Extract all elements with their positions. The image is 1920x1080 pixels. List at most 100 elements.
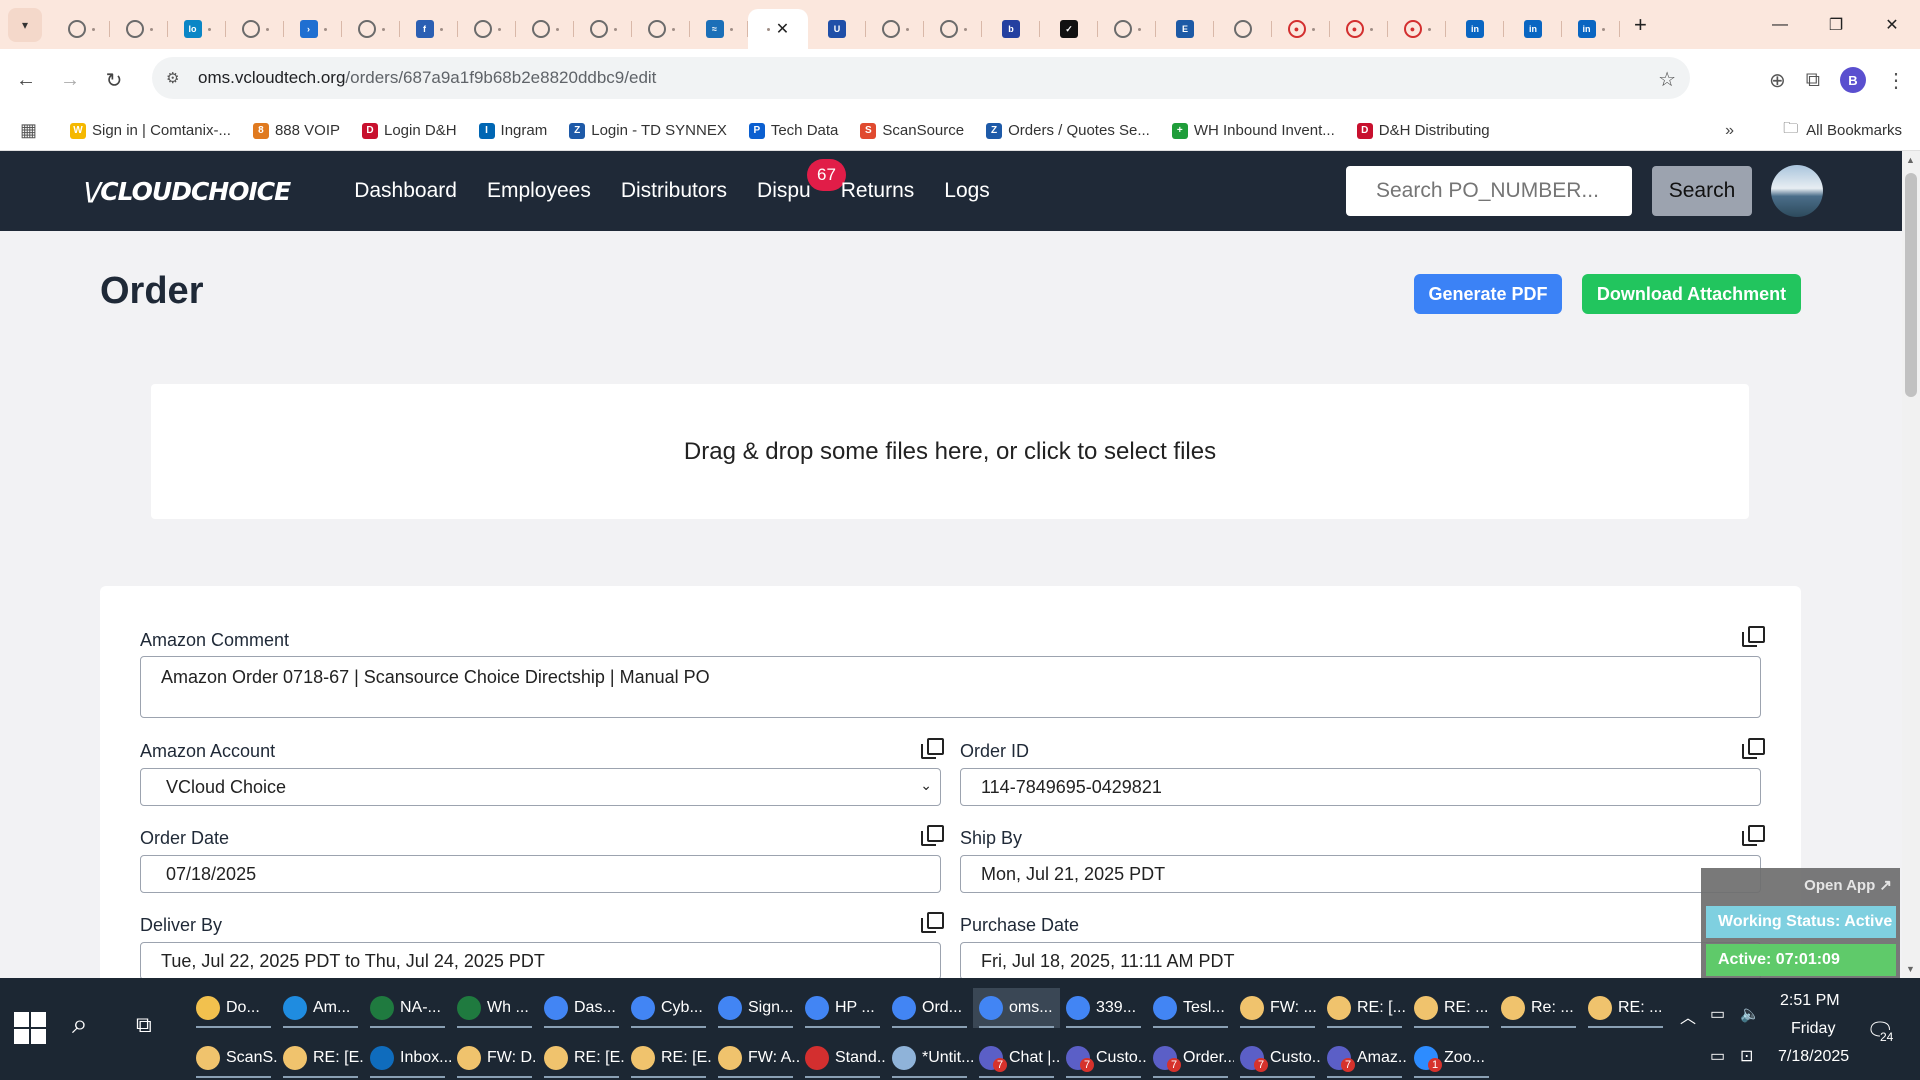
bookmark-item[interactable]: P Tech Data <box>748 122 838 139</box>
taskbar-app-button[interactable]: HP ... <box>799 988 886 1028</box>
copy-icon[interactable] <box>921 738 944 759</box>
bookmark-item[interactable]: W Sign in | Comtanix-... <box>70 122 231 139</box>
browser-tab[interactable] <box>226 9 284 49</box>
bookmark-item[interactable]: D D&H Distributing <box>1356 122 1490 139</box>
order-date-input[interactable]: 07/18/2025 <box>140 855 941 893</box>
copy-icon[interactable] <box>1742 738 1765 759</box>
purchase-date-input[interactable]: Fri, Jul 18, 2025, 11:11 AM PDT <box>960 942 1761 980</box>
taskbar-app-button[interactable]: Tesl... <box>1147 988 1234 1028</box>
amazon-comment-textarea[interactable]: Amazon Order 0718-67 | Scansource Choice… <box>140 656 1761 718</box>
browser-tab[interactable]: ✓ <box>1040 9 1098 49</box>
taskbar-app-button[interactable]: Am... <box>277 988 364 1028</box>
tab-search-button[interactable]: ▾ <box>8 7 42 42</box>
taskbar-app-button[interactable]: RE: ... <box>1582 988 1669 1028</box>
clock-date[interactable]: 7/18/2025 <box>1778 1048 1849 1066</box>
browser-tab[interactable]: ● <box>1388 9 1446 49</box>
taskbar-app-button[interactable]: FW: A... <box>712 1038 799 1078</box>
bookmark-item[interactable]: Z Login - TD SYNNEX <box>569 122 727 139</box>
po-search-input[interactable] <box>1346 166 1632 216</box>
browser-tab[interactable]: in <box>1446 9 1504 49</box>
amazon-account-select[interactable]: VCloud Choice ⌄ <box>140 768 941 806</box>
browser-tab[interactable]: in <box>1562 9 1620 49</box>
browser-tab[interactable]: › <box>284 9 342 49</box>
download-attachment-button[interactable]: Download Attachment <box>1582 274 1801 314</box>
menu-kebab-icon[interactable]: ⋮ <box>1886 68 1906 93</box>
browser-tab[interactable]: ≈ <box>690 9 748 49</box>
taskbar-app-button[interactable]: RE: [... <box>1321 988 1408 1028</box>
clock-time[interactable]: 2:51 PM <box>1780 992 1840 1010</box>
new-tab-button[interactable]: + <box>1634 12 1647 38</box>
browser-tab[interactable] <box>574 9 632 49</box>
translate-icon[interactable]: ⊕ <box>1769 68 1786 93</box>
chevron-up-icon[interactable]: ︿ <box>1680 1004 1696 1028</box>
page-scrollbar[interactable]: ▲ ▼ <box>1902 151 1920 978</box>
file-dropzone[interactable]: Drag & drop some files here, or click to… <box>151 384 1749 519</box>
taskbar-app-button[interactable]: Cyb... <box>625 988 712 1028</box>
all-bookmarks-button[interactable]: 🗀 All Bookmarks <box>1783 118 1902 143</box>
bookmark-item[interactable]: Z Orders / Quotes Se... <box>986 122 1150 139</box>
user-avatar[interactable] <box>1771 165 1823 217</box>
close-window-icon[interactable]: ✕ <box>1864 0 1920 49</box>
taskbar-app-button[interactable]: NA-... <box>364 988 451 1028</box>
reload-icon[interactable]: ↻ <box>96 62 132 98</box>
search-icon[interactable]: ⌕ <box>72 1008 88 1041</box>
taskbar-app-button[interactable]: Re: ... <box>1495 988 1582 1028</box>
taskbar-app-button[interactable]: 339... <box>1060 988 1147 1028</box>
extensions-icon[interactable]: ⧉ <box>1806 69 1820 92</box>
browser-tab[interactable]: lo <box>168 9 226 49</box>
bookmark-item[interactable]: + WH Inbound Invent... <box>1171 122 1335 139</box>
taskbar-app-button[interactable]: ScanS... <box>190 1038 277 1078</box>
browser-tab[interactable] <box>52 9 110 49</box>
open-app-link[interactable]: Open App ↗ <box>1804 876 1892 894</box>
bookmark-item[interactable]: 8 888 VOIP <box>252 122 340 139</box>
order-id-input[interactable]: 114-7849695-0429821 <box>960 768 1761 806</box>
address-bar[interactable]: ⚙ oms.vcloudtech.org/orders/687a9a1f9b68… <box>152 57 1690 99</box>
deliver-by-input[interactable]: Tue, Jul 22, 2025 PDT to Thu, Jul 24, 20… <box>140 942 941 980</box>
nav-dashboard[interactable]: Dashboard <box>354 179 457 203</box>
taskbar-app-button[interactable]: RE: ... <box>1408 988 1495 1028</box>
clock-day[interactable]: Friday <box>1791 1020 1835 1038</box>
nav-disputes[interactable]: Dispu 67 <box>757 159 846 203</box>
generate-pdf-button[interactable]: Generate PDF <box>1414 274 1562 314</box>
apps-grid-icon[interactable]: ▦ <box>20 120 48 141</box>
taskbar-app-button[interactable]: Wh ... <box>451 988 538 1028</box>
battery-icon[interactable]: ▭ <box>1710 1004 1725 1024</box>
restore-icon[interactable]: ❐ <box>1808 0 1864 49</box>
more-bookmarks-icon[interactable]: » <box>1725 122 1734 140</box>
back-arrow-icon[interactable]: ← <box>8 62 44 98</box>
volume-icon[interactable]: 🔈 <box>1740 1004 1760 1024</box>
copy-icon[interactable] <box>921 825 944 846</box>
taskbar-app-button[interactable]: oms... <box>973 988 1060 1028</box>
taskbar-app-button[interactable]: Inbox... <box>364 1038 451 1078</box>
profile-avatar[interactable]: B <box>1840 67 1866 93</box>
taskbar-app-button[interactable]: Sign... <box>712 988 799 1028</box>
taskbar-app-button[interactable]: RE: [E... <box>538 1038 625 1078</box>
taskbar-app-button[interactable]: 7 Amaz... <box>1321 1038 1408 1078</box>
taskbar-app-button[interactable]: Stand... <box>799 1038 886 1078</box>
taskbar-app-button[interactable]: 7 Custo... <box>1060 1038 1147 1078</box>
taskbar-app-button[interactable]: Ord... <box>886 988 973 1028</box>
browser-tab[interactable] <box>1214 9 1272 49</box>
browser-tab[interactable] <box>342 9 400 49</box>
copy-icon[interactable] <box>921 912 944 933</box>
scroll-up-icon[interactable]: ▲ <box>1906 155 1915 165</box>
browser-tab[interactable]: f <box>400 9 458 49</box>
nav-logs[interactable]: Logs <box>944 179 990 203</box>
nav-employees[interactable]: Employees <box>487 179 591 203</box>
minimize-icon[interactable]: — <box>1752 0 1808 49</box>
browser-tab[interactable] <box>632 9 690 49</box>
search-button[interactable]: Search <box>1652 166 1752 216</box>
scroll-down-icon[interactable]: ▼ <box>1906 964 1915 974</box>
nav-returns[interactable]: Returns <box>841 179 915 203</box>
browser-tab[interactable]: E <box>1156 9 1214 49</box>
site-settings-icon[interactable]: ⚙ <box>166 69 188 87</box>
forward-arrow-icon[interactable]: → <box>52 62 88 98</box>
bookmark-item[interactable]: I Ingram <box>478 122 547 139</box>
taskbar-app-button[interactable]: Das... <box>538 988 625 1028</box>
copy-icon[interactable] <box>1742 626 1765 647</box>
task-view-icon[interactable]: ⧉ <box>136 1012 152 1038</box>
browser-tab[interactable]: ● <box>1330 9 1388 49</box>
copy-icon[interactable] <box>1742 825 1765 846</box>
nav-distributors[interactable]: Distributors <box>621 179 727 203</box>
browser-tab-active[interactable]: ✕ <box>748 9 808 49</box>
